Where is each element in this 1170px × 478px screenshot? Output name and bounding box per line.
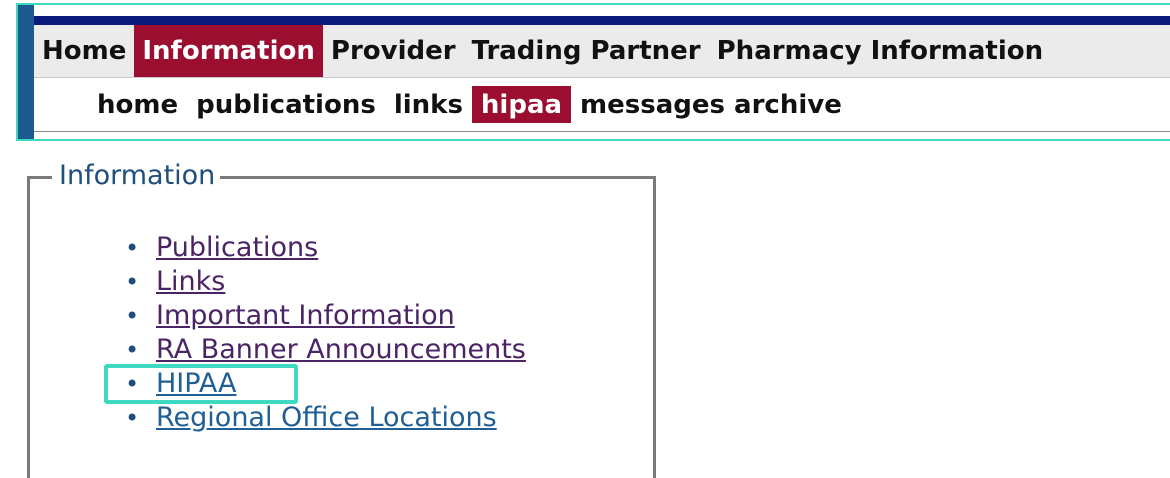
bullet-icon: • bbox=[125, 370, 140, 398]
information-legend: Information bbox=[52, 159, 221, 193]
information-link-list: • Publications • Links • Important Infor… bbox=[120, 231, 526, 435]
link-ra-banner-announcements[interactable]: RA Banner Announcements bbox=[156, 334, 526, 365]
bullet-icon: • bbox=[125, 268, 140, 296]
list-item: • Links bbox=[120, 265, 526, 299]
main-nav-home[interactable]: Home bbox=[34, 25, 134, 77]
list-item: • HIPAA bbox=[120, 367, 526, 401]
sub-nav-hipaa[interactable]: hipaa bbox=[471, 86, 572, 123]
list-item: • Important Information bbox=[120, 299, 526, 333]
bullet-icon: • bbox=[125, 234, 140, 262]
link-regional-office-locations[interactable]: Regional Office Locations bbox=[156, 402, 497, 433]
bullet-icon: • bbox=[125, 404, 140, 432]
top-navigation: Home Information Provider Trading Partne… bbox=[16, 3, 1170, 141]
sub-nav-home[interactable]: home bbox=[88, 86, 187, 123]
list-item: • RA Banner Announcements bbox=[120, 333, 526, 367]
main-nav-trading-partner[interactable]: Trading Partner bbox=[464, 25, 709, 77]
sub-nav-publications[interactable]: publications bbox=[187, 86, 385, 123]
sub-nav-messages-archive[interactable]: messages archive bbox=[571, 86, 851, 123]
nav-top-accent-bar bbox=[34, 16, 1170, 25]
main-nav-pharmacy-information[interactable]: Pharmacy Information bbox=[709, 25, 1052, 77]
sub-nav-bar: home publications links hipaa messages a… bbox=[34, 78, 1170, 132]
main-nav-provider[interactable]: Provider bbox=[323, 25, 464, 77]
main-nav-information[interactable]: Information bbox=[134, 25, 323, 77]
bullet-icon: • bbox=[125, 336, 140, 364]
bullet-icon: • bbox=[125, 302, 140, 330]
list-item: • Regional Office Locations bbox=[120, 401, 526, 435]
link-links[interactable]: Links bbox=[156, 266, 225, 297]
main-nav-bar: Home Information Provider Trading Partne… bbox=[34, 25, 1170, 78]
link-important-information[interactable]: Important Information bbox=[156, 300, 455, 331]
information-fieldset: Information • Publications • Links • Imp… bbox=[27, 159, 656, 478]
link-publications[interactable]: Publications bbox=[156, 232, 318, 263]
sub-nav-links[interactable]: links bbox=[385, 86, 472, 123]
nav-left-accent-bar bbox=[18, 5, 34, 139]
page: Home Information Provider Trading Partne… bbox=[0, 0, 1170, 478]
list-item: • Publications bbox=[120, 231, 526, 265]
link-hipaa[interactable]: HIPAA bbox=[156, 368, 237, 399]
